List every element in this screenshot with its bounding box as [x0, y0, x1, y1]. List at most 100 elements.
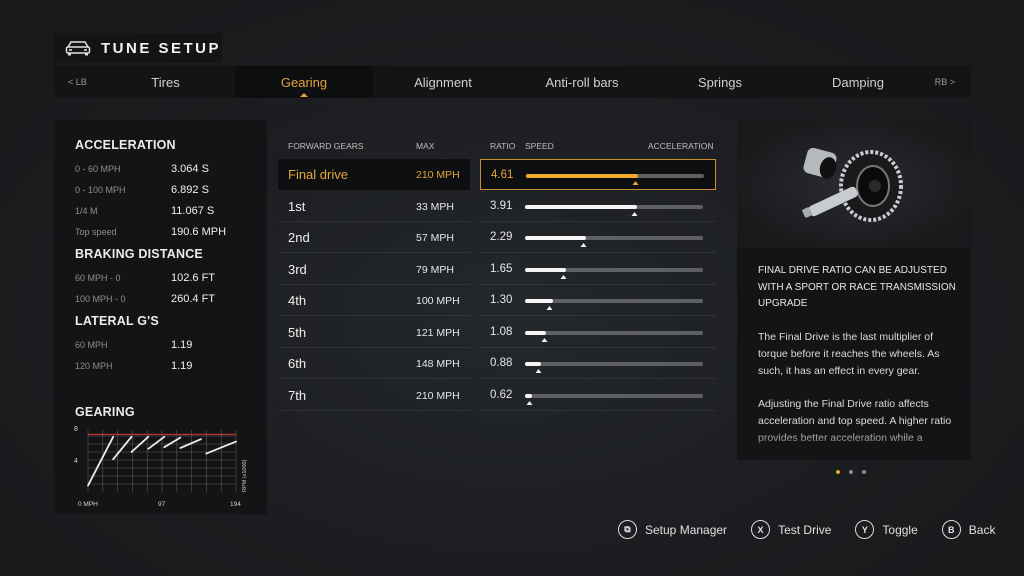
gear-row[interactable]: 2nd 57 MPH 2.29 [278, 222, 718, 254]
stat-value: 1.19 [171, 359, 193, 372]
section-heading: LATERAL G'S [75, 314, 159, 328]
gear-row[interactable]: 3rd 79 MPH 1.65 [278, 254, 718, 286]
button-prompts: ⧉ Setup Manager X Test Drive Y Toggle B … [618, 520, 1019, 539]
gear-name: 1st [288, 198, 306, 214]
y-tick-label: 8 [74, 426, 78, 433]
speed-track[interactable] [525, 330, 703, 342]
acceleration-section: ACCELERATION 0 - 60 MPH 3.064 S 0 - 100 M… [75, 138, 267, 242]
y-button-icon: Y [855, 520, 875, 539]
tab-label: Tires [151, 74, 180, 90]
toggle-button[interactable]: Y Toggle [855, 520, 918, 539]
info-text: FINAL DRIVE RATIO CAN BE ADJUSTED WITH A… [758, 263, 958, 447]
info-heading: FINAL DRIVE RATIO CAN BE ADJUSTED WITH A… [758, 265, 956, 309]
gear-row[interactable]: Final drive 210 MPH 4.61 [278, 159, 718, 191]
gear-row[interactable]: 7th 210 MPH 0.62 [278, 380, 718, 412]
gear-row[interactable]: 6th 148 MPH 0.88 [278, 348, 718, 380]
tab-damping[interactable]: Damping [790, 66, 926, 98]
speed-track[interactable] [525, 362, 703, 373]
gear-name: 7th [288, 387, 307, 403]
tab-tires[interactable]: Tires [98, 66, 233, 98]
tab-springs[interactable]: Springs [652, 66, 788, 98]
info-panel: FINAL DRIVE RATIO CAN BE ADJUSTED WITH A… [737, 120, 971, 460]
y-tick-label: 4 [74, 458, 78, 465]
gear-max-speed: 33 MPH [416, 200, 454, 213]
stat-row: 120 MPH 1.19 [75, 355, 267, 376]
button-label: Back [968, 522, 996, 537]
speed-fill [525, 236, 586, 240]
setup-manager-button[interactable]: ⧉ Setup Manager [618, 520, 727, 539]
speed-track[interactable] [525, 236, 703, 247]
page-dot[interactable] [862, 470, 866, 474]
acceleration-marker [535, 369, 542, 373]
gear-info-cell: 7th 210 MPH [278, 380, 470, 411]
b-button-icon: B [941, 520, 961, 539]
gear-row[interactable]: 4th 100 MPH 1.30 [278, 285, 718, 317]
gear-ratio-slider[interactable]: 1.30 [480, 285, 716, 316]
gear-max-speed: 100 MPH [416, 295, 460, 307]
gear-curve-3rd [130, 435, 150, 453]
acceleration-marker [541, 337, 548, 342]
gear-max-speed: 121 MPH [416, 326, 460, 339]
button-label: Toggle [882, 522, 918, 537]
gear-info-cell: 5th 121 MPH [278, 317, 470, 348]
acceleration-marker [580, 243, 587, 247]
gear-name: 6th [288, 356, 307, 371]
back-button[interactable]: B Back [941, 520, 996, 539]
header-speed: SPEED [525, 141, 554, 151]
speed-fill [525, 330, 547, 335]
rb-bumper-hint[interactable]: RB > [935, 77, 955, 87]
stat-value: 260.4 FT [171, 292, 216, 305]
speed-track[interactable] [525, 299, 703, 310]
differential-gear-image [737, 120, 971, 248]
lb-bumper-hint[interactable]: < LB [68, 77, 87, 87]
gear-ratio-slider[interactable]: 2.29 [480, 222, 716, 253]
stat-label: 100 MPH - 0 [75, 293, 126, 304]
speed-fill [526, 174, 639, 178]
tab-alignment[interactable]: Alignment [374, 66, 512, 98]
gear-illustration-icon [802, 147, 903, 222]
stat-value: 3.064 S [171, 162, 209, 175]
stat-row: 60 MPH 1.19 [75, 334, 267, 355]
gear-row[interactable]: 1st 33 MPH 3.91 [278, 191, 718, 223]
acceleration-marker [526, 400, 533, 405]
gear-max-speed: 148 MPH [416, 358, 460, 370]
stat-row: 60 MPH - 0 102.6 FT [75, 267, 267, 288]
stat-row: Top speed 190.6 MPH [75, 221, 267, 242]
speed-track[interactable] [525, 393, 703, 405]
gear-ratio-slider[interactable]: 3.91 [480, 191, 716, 222]
acceleration-marker [632, 181, 639, 185]
header-max: MAX [416, 141, 435, 151]
gear-ratio-slider[interactable]: 0.88 [480, 348, 716, 379]
gear-ratio-slider[interactable]: 1.08 [480, 317, 716, 348]
gear-info-cell: 4th 100 MPH [278, 285, 470, 316]
tab-label: Alignment [414, 74, 472, 90]
tab-gearing[interactable]: Gearing [235, 66, 373, 98]
gear-max-speed: 57 MPH [416, 232, 454, 244]
table-header: FORWARD GEARS MAX RATIO SPEED ACCELERATI… [278, 137, 718, 159]
speed-track[interactable] [526, 174, 704, 185]
tab-bar: < LB Tires Gearing Alignment Anti-roll b… [54, 66, 971, 98]
page-dot[interactable] [849, 470, 853, 474]
x-tick-label: 97 [158, 501, 166, 508]
speed-fill [525, 299, 554, 303]
test-drive-button[interactable]: X Test Drive [751, 520, 831, 539]
stat-value: 102.6 FT [171, 271, 216, 284]
section-heading: BRAKING DISTANCE [75, 247, 203, 261]
gear-ratio-slider[interactable]: 0.62 [480, 380, 716, 411]
speed-track[interactable] [525, 267, 703, 279]
acceleration-marker [631, 211, 638, 216]
gear-max-speed: 79 MPH [416, 263, 454, 276]
page-dot[interactable] [836, 470, 840, 474]
tab-anti-roll-bars[interactable]: Anti-roll bars [513, 66, 651, 98]
gear-name: 2nd [288, 230, 310, 245]
gear-ratio-value: 1.65 [490, 262, 513, 275]
gear-info-cell: 1st 33 MPH [278, 191, 470, 222]
speed-track[interactable] [525, 204, 703, 216]
gearing-chart-heading: GEARING [75, 405, 135, 419]
x-button-icon: X [751, 520, 771, 539]
stat-label: 60 MPH - 0 [75, 272, 121, 283]
gear-row[interactable]: 5th 121 MPH 1.08 [278, 317, 718, 349]
car-icon [65, 41, 91, 56]
gear-ratio-slider[interactable]: 4.61 [480, 159, 716, 190]
gear-ratio-slider[interactable]: 1.65 [480, 254, 716, 285]
